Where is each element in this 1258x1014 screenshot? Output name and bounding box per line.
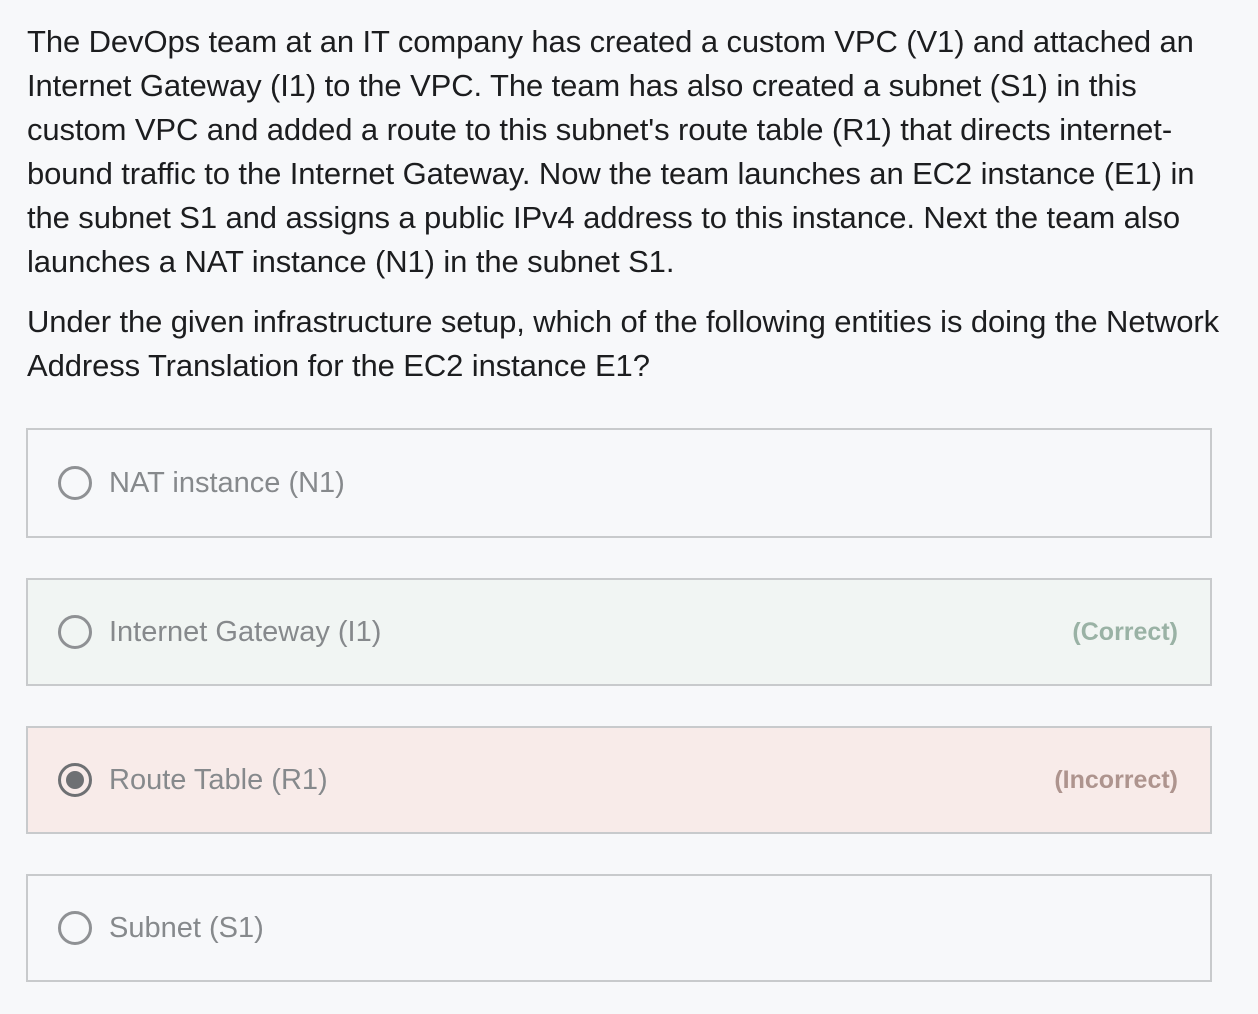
answer-option-label: Route Table (R1) [109, 763, 328, 796]
answer-option-nat-instance[interactable]: NAT instance (N1) [26, 428, 1212, 538]
answer-option-subnet[interactable]: Subnet (S1) [26, 874, 1212, 982]
radio-button-unchecked-icon[interactable] [58, 911, 92, 945]
question-text: The DevOps team at an IT company has cre… [27, 20, 1227, 388]
answer-option-label: Subnet (S1) [109, 911, 264, 944]
question-paragraph-1: The DevOps team at an IT company has cre… [27, 24, 1195, 279]
radio-button-unchecked-icon[interactable] [58, 615, 92, 649]
correct-badge: (Correct) [1072, 617, 1178, 646]
radio-button-unchecked-icon[interactable] [58, 466, 92, 500]
answer-option-route-table[interactable]: Route Table (R1) (Incorrect) [26, 726, 1212, 834]
question-paragraph-2: Under the given infrastructure setup, wh… [27, 304, 1220, 383]
radio-button-checked-icon[interactable] [58, 763, 92, 797]
incorrect-badge: (Incorrect) [1054, 765, 1178, 794]
answer-option-label: Internet Gateway (I1) [109, 615, 382, 648]
answer-option-label: NAT instance (N1) [109, 466, 345, 499]
answer-option-internet-gateway[interactable]: Internet Gateway (I1) (Correct) [26, 578, 1212, 686]
